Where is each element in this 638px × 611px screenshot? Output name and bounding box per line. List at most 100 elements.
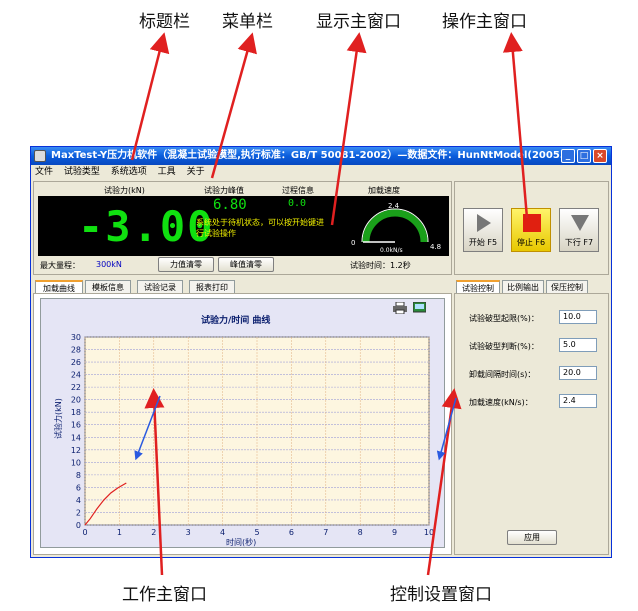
close-button[interactable]: × — [593, 149, 607, 163]
test-time: 试验时间：1.2秒 — [350, 261, 411, 270]
unload-interval-input[interactable]: 20.0 — [559, 366, 597, 380]
menu-test-type[interactable]: 试验类型 — [64, 167, 100, 177]
x-tick-label: 4 — [220, 528, 225, 537]
menu-system-options[interactable]: 系统选项 — [111, 167, 147, 177]
y-tick-label: 4 — [76, 496, 81, 505]
x-tick-label: 6 — [289, 528, 294, 537]
y-tick-label: 24 — [71, 371, 81, 380]
menu-tools[interactable]: 工具 — [158, 167, 176, 177]
apply-button[interactable]: 应用 — [507, 530, 557, 545]
field-label-break-judge: 试验破型判断(%)： — [469, 342, 539, 351]
minimize-button[interactable]: _ — [561, 149, 575, 163]
start-button[interactable]: 开始 F5 — [463, 208, 503, 252]
tab-pressure-hold[interactable]: 保压控制 — [546, 280, 588, 294]
label-control-window: 控制设置窗口 — [390, 585, 492, 605]
gauge-tick-min: 0 — [351, 239, 355, 247]
x-axis-label: 时间(秒) — [226, 537, 256, 547]
y-axis-label: 试验力(kN) — [53, 398, 63, 439]
work-tabs: 加载曲线 模板信息 试验记录 报表打印 — [35, 280, 452, 294]
control-panel: 试验破型起限(%)： 10.0 试验破型判断(%)： 5.0 卸载间隔时间(s)… — [454, 293, 609, 555]
stop-button-label: 停止 F6 — [516, 238, 546, 247]
y-tick-label: 6 — [76, 483, 81, 492]
y-tick-label: 20 — [71, 396, 81, 405]
range-label: 最大量程： — [40, 261, 80, 270]
field-label-load-speed: 加载速度(kN/s)： — [469, 398, 533, 407]
y-tick-label: 14 — [71, 433, 81, 442]
app-window: MaxTest-Y压力机软件（混凝土试验模型,执行标准：GB/T 50081-2… — [30, 146, 612, 558]
load-speed-input[interactable]: 2.4 — [559, 394, 597, 408]
process-value: 0.0 — [288, 198, 307, 209]
label-operation-window: 操作主窗口 — [442, 12, 527, 32]
tab-ratio-output[interactable]: 比例输出 — [502, 280, 544, 294]
speed-gauge: 2.4 0 4.8 0.0kN/s — [351, 202, 441, 254]
down-arrow-icon — [571, 215, 589, 231]
label-title-bar: 标题栏 — [139, 12, 190, 32]
x-tick-label: 2 — [151, 528, 156, 537]
x-tick-label: 1 — [117, 528, 122, 537]
plot-area: 试验力/时间 曲线 0 2 4 6 8 10 12 14 16 18 20 22 24 26 28 30 0 1 2… — [40, 298, 445, 548]
gauge-tick-max: 4.8 — [430, 243, 441, 251]
tab-test-record[interactable]: 试验记录 — [137, 280, 183, 294]
process-label: 过程信息 — [282, 186, 314, 195]
window-title: MaxTest-Y压力机软件（混凝土试验模型,执行标准：GB/T 50081-2… — [51, 150, 572, 161]
tab-report-print[interactable]: 报表打印 — [189, 280, 235, 294]
arrow-title-bar — [130, 32, 170, 161]
force-label: 试验力(kN) — [104, 186, 145, 195]
x-tick-label: 9 — [392, 528, 397, 537]
menu-about[interactable]: 关于 — [187, 167, 205, 177]
range-value: 300kN — [96, 260, 122, 269]
play-icon — [477, 214, 491, 232]
app-icon — [34, 150, 46, 162]
maximize-button[interactable]: □ — [577, 149, 591, 163]
zero-peak-button[interactable]: 峰值清零 — [218, 257, 274, 272]
y-tick-label: 10 — [71, 458, 81, 467]
gauge-tick-mid: 2.4 — [388, 202, 400, 210]
tab-load-curve[interactable]: 加载曲线 — [35, 280, 83, 294]
force-value: -3.00 — [78, 202, 215, 251]
down-button-label: 下行 F7 — [564, 238, 594, 247]
operation-panel: 开始 F5 停止 F6 下行 F7 — [454, 181, 609, 275]
status-message: 系统处于待机状态，可以按开始键进行试验操作 — [196, 218, 324, 238]
menu-file[interactable]: 文件 — [35, 167, 53, 177]
break-judge-input[interactable]: 5.0 — [559, 338, 597, 352]
peak-value: 6.80 — [213, 197, 247, 213]
y-tick-label: 16 — [71, 421, 81, 430]
speed-label: 加载速度 — [368, 186, 400, 195]
y-tick-label: 22 — [71, 383, 81, 392]
label-work-window: 工作主窗口 — [122, 585, 207, 605]
label-menu-bar: 菜单栏 — [222, 12, 273, 32]
gauge-reading: 0.0kN/s — [380, 247, 403, 254]
y-tick-label: 18 — [71, 408, 81, 417]
peak-label: 试验力峰值 — [204, 186, 244, 195]
digital-display: -3.00 6.80 0.0 系统处于待机状态，可以按开始键进行试验操作 2.4… — [38, 196, 449, 256]
zero-force-button[interactable]: 力值清零 — [158, 257, 214, 272]
x-tick-label: 7 — [323, 528, 328, 537]
stop-icon — [523, 214, 541, 232]
force-time-chart: 0246810121416182022242628300 1 2 3 4 5 6 7 8 9 10试… — [53, 333, 434, 547]
display-panel: 试验力(kN) 试验力峰值 过程信息 加载速度 -3.00 6.80 0.0 系… — [33, 181, 452, 275]
field-label-unload-interval: 卸载间隔时间(s)： — [469, 370, 536, 379]
x-tick-label: 10 — [424, 528, 434, 537]
y-tick-label: 0 — [76, 521, 81, 530]
title-bar[interactable]: MaxTest-Y压力机软件（混凝土试验模型,执行标准：GB/T 50081-2… — [31, 147, 611, 165]
x-tick-label: 0 — [82, 528, 87, 537]
field-label-break-start: 试验破型起限(%)： — [469, 314, 539, 323]
down-button[interactable]: 下行 F7 — [559, 208, 599, 252]
break-start-input[interactable]: 10.0 — [559, 310, 597, 324]
y-tick-label: 2 — [76, 508, 81, 517]
work-panel: 试验力/时间 曲线 0 2 4 6 8 10 12 14 16 18 20 22 24 26 28 30 0 1 2… — [33, 293, 452, 555]
x-tick-label: 3 — [186, 528, 191, 537]
tab-test-control[interactable]: 试验控制 — [456, 280, 500, 294]
y-tick-label: 28 — [71, 346, 81, 355]
x-tick-label: 5 — [254, 528, 259, 537]
tab-template-info[interactable]: 模板信息 — [85, 280, 131, 294]
control-tabs: 试验控制 比例输出 保压控制 — [456, 280, 609, 294]
menu-bar: 文件 试验类型 系统选项 工具 关于 — [31, 165, 611, 179]
y-tick-label: 26 — [71, 358, 81, 367]
y-tick-label: 12 — [71, 446, 81, 455]
y-tick-label: 30 — [71, 333, 81, 342]
start-button-label: 开始 F5 — [468, 238, 498, 247]
stop-button[interactable]: 停止 F6 — [511, 208, 551, 252]
y-tick-label: 8 — [76, 471, 81, 480]
label-display-window: 显示主窗口 — [316, 12, 401, 32]
